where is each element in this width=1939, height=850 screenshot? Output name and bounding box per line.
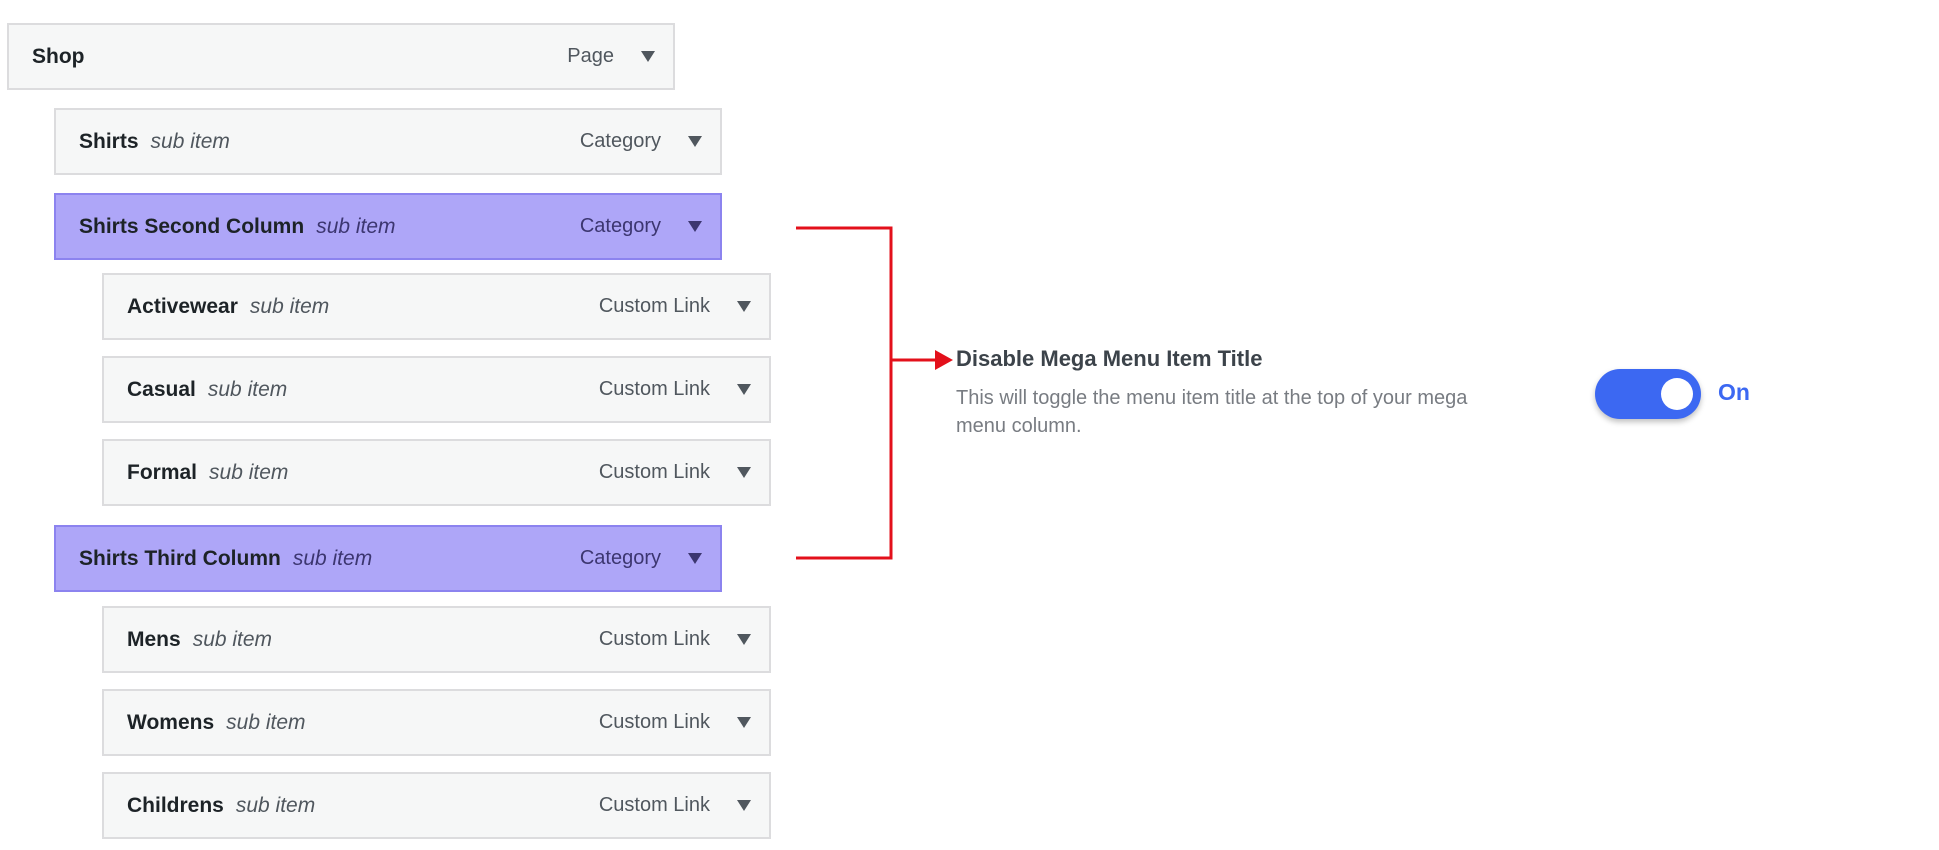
setting-panel: Disable Mega Menu Item Title This will t…	[956, 346, 1516, 440]
connector-arrowhead	[935, 350, 953, 370]
setting-title: Disable Mega Menu Item Title	[956, 346, 1263, 371]
toggle-state-label: On	[1718, 379, 1750, 405]
connector-bracket	[796, 226, 893, 560]
setting-description: This will toggle the menu item title at …	[956, 387, 1468, 437]
toggle-knob	[1661, 378, 1693, 410]
toggle-switch[interactable]	[1595, 369, 1701, 419]
